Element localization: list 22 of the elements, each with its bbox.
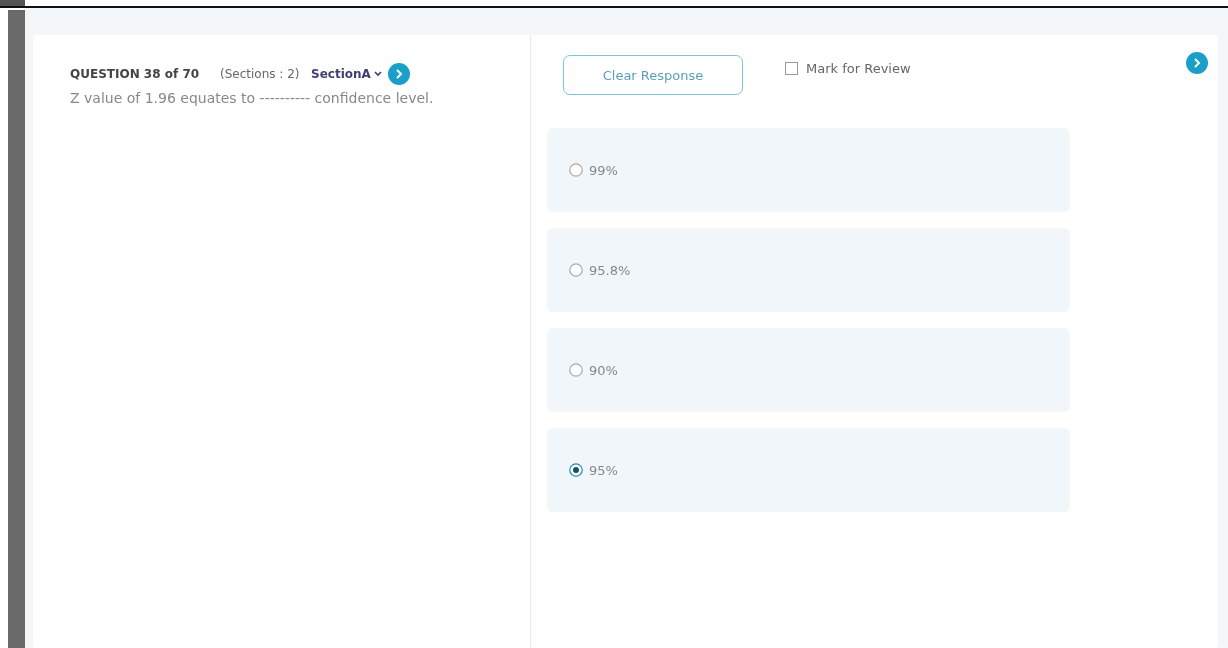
question-number: QUESTION 38 of 70 — [70, 67, 201, 81]
clear-response-button[interactable]: Clear Response — [563, 55, 743, 95]
radio-button[interactable] — [569, 263, 583, 277]
question-text: Z value of 1.96 equates to ---------- confidence level. — [70, 89, 435, 108]
option-label: 99% — [589, 162, 618, 178]
section-dropdown[interactable]: SectionA — [311, 67, 382, 81]
option-label: 95% — [589, 462, 618, 478]
option-label: 95.8% — [589, 262, 631, 278]
next-icon[interactable] — [1186, 52, 1208, 74]
corner-block — [0, 0, 25, 6]
answer-option[interactable]: 90% — [547, 328, 1070, 412]
answer-option[interactable]: 95% — [547, 428, 1070, 512]
radio-button[interactable] — [569, 363, 583, 377]
next-icon[interactable] — [387, 63, 410, 85]
answer-option[interactable]: 95.8% — [547, 228, 1070, 312]
answer-option[interactable]: 99% — [547, 128, 1070, 212]
radio-button[interactable] — [569, 463, 583, 477]
option-label: 90% — [589, 362, 618, 378]
chevron-down-icon — [373, 71, 382, 77]
radio-button[interactable] — [569, 163, 583, 177]
sections-count: (Sections : 2) — [220, 67, 301, 81]
mark-for-review-checkbox[interactable]: Mark for Review — [785, 61, 911, 76]
